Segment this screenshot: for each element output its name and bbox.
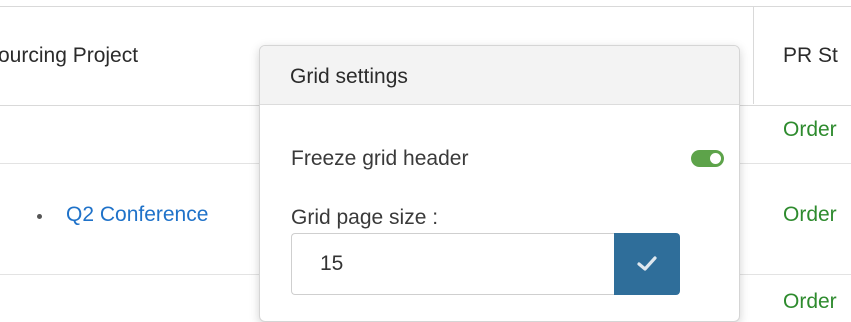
popover-title: Grid settings: [290, 65, 408, 88]
check-icon: [637, 256, 657, 271]
popover-header: Grid settings: [260, 46, 739, 105]
row-3-status: Order: [783, 290, 837, 313]
freeze-header-label: Freeze grid header: [291, 147, 469, 170]
toggle-knob: [710, 153, 721, 164]
column-divider: [753, 6, 754, 104]
page-size-label: Grid page size :: [291, 206, 439, 229]
confirm-page-size-button[interactable]: [614, 233, 680, 295]
project-link[interactable]: Q2 Conference: [66, 203, 208, 227]
row-1-status: Order: [783, 118, 837, 141]
grid-settings-popover: Grid settings Freeze grid header Grid pa…: [259, 45, 740, 322]
freeze-header-toggle[interactable]: [691, 150, 724, 167]
column-header-sourcing-project[interactable]: ourcing Project: [0, 44, 138, 68]
page-size-input[interactable]: [291, 233, 614, 295]
row-2-status: Order: [783, 203, 837, 226]
column-header-pr-status[interactable]: PR St: [783, 44, 838, 68]
bullet-icon: [37, 214, 42, 219]
